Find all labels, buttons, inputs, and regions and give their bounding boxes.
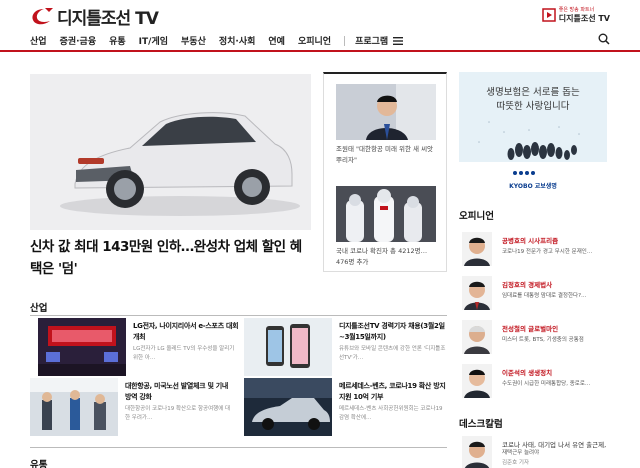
side-news-thumb	[336, 186, 436, 242]
opinion-desc: 수도권이 시급한 미래통합당, 종로로…	[502, 381, 591, 387]
ad-copy-line2: 따뜻한 사랑입니다	[496, 101, 570, 112]
nav-item-industry[interactable]: 산업	[30, 34, 47, 47]
hazmat-photo	[336, 186, 436, 242]
section-title-distribution[interactable]: 유통	[30, 457, 47, 468]
nav-item-real-estate[interactable]: 부동산	[181, 34, 206, 47]
avatar-photo	[462, 436, 492, 468]
opinion-item[interactable]: 전성철의 글로벌마인 미스터 트롯, BTS, 기생충의 공통점	[462, 318, 612, 358]
ad-copy: 생명보험은 서로를 돕는 따뜻한 사랑입니다	[459, 86, 607, 114]
section-title-industry[interactable]: 산업	[30, 300, 47, 314]
esports-photo	[38, 318, 126, 376]
section-divider	[30, 447, 447, 448]
nav-item-finance[interactable]: 증권·금융	[60, 34, 97, 47]
avatar	[462, 276, 492, 310]
hero-headline[interactable]: 신차 값 최대 143만원 인하…완성차 업체 할인 혜택은 '덤'	[30, 236, 311, 280]
news-thumb	[38, 318, 126, 376]
section-title-opinion[interactable]: 오피니언	[459, 208, 494, 222]
search-icon[interactable]	[598, 33, 610, 45]
news-desc: 대한항공이 코로나19 확산으로 항공여행에 대한 우려가…	[125, 406, 231, 421]
news-desc: 유튜브와 모바일 콘텐츠에 강한 언론 '디지틀조선TV'가…	[339, 346, 446, 361]
news-title: 메르세데스-벤츠, 코로나19 확산 방지 지원 10억 기부	[339, 382, 446, 401]
nav-item-politics[interactable]: 정치·사회	[219, 34, 256, 47]
tv-name: 디지틀조선 TV	[558, 14, 610, 23]
nav-item-it-game[interactable]: IT/게임	[139, 34, 168, 47]
avatar	[462, 436, 492, 468]
industry-news-item[interactable]: 디지틀조선TV 경력기자 채용(3월2일~3월15일까지) 유튜브와 모바일 콘…	[244, 318, 446, 376]
industry-news-item[interactable]: 메르세데스-벤츠, 코로나19 확산 방지 지원 10억 기부 메르세데스-벤츠…	[244, 378, 446, 436]
side-news-box: 조원태 "대한항공 미래 위한 새 씨앗 뿌리자" 국내 코로나 확진자 총 4…	[323, 72, 447, 272]
avatar-photo	[462, 232, 492, 266]
industry-news-item[interactable]: 대한항공, 미국노선 발열체크 및 기내방역 강화 대한항공이 코로나19 확산…	[30, 378, 230, 436]
avatar	[462, 320, 492, 354]
ad-brand: KYOBO 교보생명	[509, 183, 557, 190]
hamburger-menu-icon[interactable]	[393, 36, 404, 45]
main-nav: 산업 증권·금융 유통 IT/게임 부동산 정치·사회 연예 오피니언 프로그램	[0, 30, 640, 52]
portrait-photo	[336, 84, 436, 140]
section-divider	[30, 315, 447, 316]
advertisement-banner[interactable]: 생명보험은 서로를 돕는 따뜻한 사랑입니다 KYOBO 교보생명	[459, 72, 607, 198]
section-title-desk-column[interactable]: 데스크칼럼	[459, 416, 503, 430]
opinion-author: 이준석의 생생정치	[502, 369, 553, 377]
opinion-author: 전성철의 글로벌마인	[502, 325, 559, 333]
side-news-thumb	[336, 84, 436, 140]
opinion-item[interactable]: 김정호의 경제법사 임대료를 대통령 맘대로 결정한다?…	[462, 274, 612, 314]
opinion-item[interactable]: 이준석의 생생정치 수도권이 시급한 미래통합당, 종로로…	[462, 362, 612, 402]
avatar-photo	[462, 364, 492, 398]
nav-item-program[interactable]: 프로그램	[355, 34, 388, 47]
news-desc: LG전자가 LG 올레드 TV의 우수성을 알리기 위한 아…	[133, 346, 235, 361]
tv-slogan: 좋은 방송 파트너	[558, 7, 595, 13]
hero-image[interactable]	[30, 74, 311, 230]
desk-column-author: 김준호 기자	[502, 460, 530, 466]
nav-divider	[344, 35, 346, 46]
news-thumb	[30, 378, 118, 436]
opinion-desc: 코로나19 전문가 경고 무시한 문재인…	[502, 249, 593, 255]
opinion-desc: 임대료를 대통령 맘대로 결정한다?…	[502, 293, 587, 299]
phones-photo	[244, 318, 332, 376]
side-news-text: 조원태 "대한항공 미래 위한 새 씨앗 뿌리자"	[336, 145, 434, 164]
logo-text: 디지틀조선 TV	[57, 9, 159, 29]
opinion-author: 공병호의 시사프리즘	[502, 237, 559, 245]
news-thumb	[244, 318, 332, 376]
play-icon	[542, 8, 556, 22]
desk-column-title-cont: 재택근무 늘려야	[502, 450, 540, 456]
avatar-photo	[462, 320, 492, 354]
logo-swoosh-icon	[32, 7, 53, 24]
site-logo[interactable]: 디지틀조선 TV	[30, 4, 159, 29]
hero-car-image	[30, 74, 311, 230]
opinion-desc: 미스터 트롯, BTS, 기생충의 공통점	[502, 337, 584, 343]
ad-copy-line1: 생명보험은 서로를 돕는	[486, 87, 580, 98]
nav-item-entertainment[interactable]: 연예	[268, 34, 285, 47]
opinion-author: 김정호의 경제법사	[502, 281, 553, 289]
news-title: 디지틀조선TV 경력기자 채용(3월2일~3월15일까지)	[339, 322, 445, 341]
opinion-item[interactable]: 공병호의 시사프리즘 코로나19 전문가 경고 무시한 문재인…	[462, 230, 612, 270]
tv-logo[interactable]: 좋은 방송 파트너 디지틀조선 TV	[542, 6, 610, 24]
avatar	[462, 364, 492, 398]
news-title: 대한항공, 미국노선 발열체크 및 기내방역 강화	[125, 382, 229, 401]
side-news-card[interactable]: 국내 코로나 확진자 총 4212명…476명 추가	[336, 186, 436, 268]
avatar	[462, 232, 492, 266]
industry-news-item[interactable]: LG전자, 나이지리아서 e-스포츠 대회 개최 LG전자가 LG 올레드 TV…	[38, 318, 239, 376]
news-thumb	[244, 378, 332, 436]
nav-item-distribution[interactable]: 유통	[109, 34, 126, 47]
side-news-card[interactable]: 조원태 "대한항공 미래 위한 새 씨앗 뿌리자"	[336, 84, 436, 166]
airport-photo	[30, 378, 118, 436]
news-title: LG전자, 나이지리아서 e-스포츠 대회 개최	[133, 322, 239, 341]
side-news-text: 국내 코로나 확진자 총 4212명…476명 추가	[336, 247, 428, 266]
nav-item-opinion[interactable]: 오피니언	[298, 34, 331, 47]
site-header: 디지틀조선 TV 좋은 방송 파트너 디지틀조선 TV	[0, 0, 640, 30]
desk-column-item[interactable]: 코로나 사태, 대기업 나서 유연 출근제, 재택근무 늘려야 김준호 기자	[462, 434, 612, 468]
avatar-photo	[462, 276, 492, 310]
mercedes-photo	[244, 378, 332, 436]
news-desc: 메르세데스-벤츠 사회공헌위원회는 코로나19 감염 확산에…	[339, 406, 443, 421]
